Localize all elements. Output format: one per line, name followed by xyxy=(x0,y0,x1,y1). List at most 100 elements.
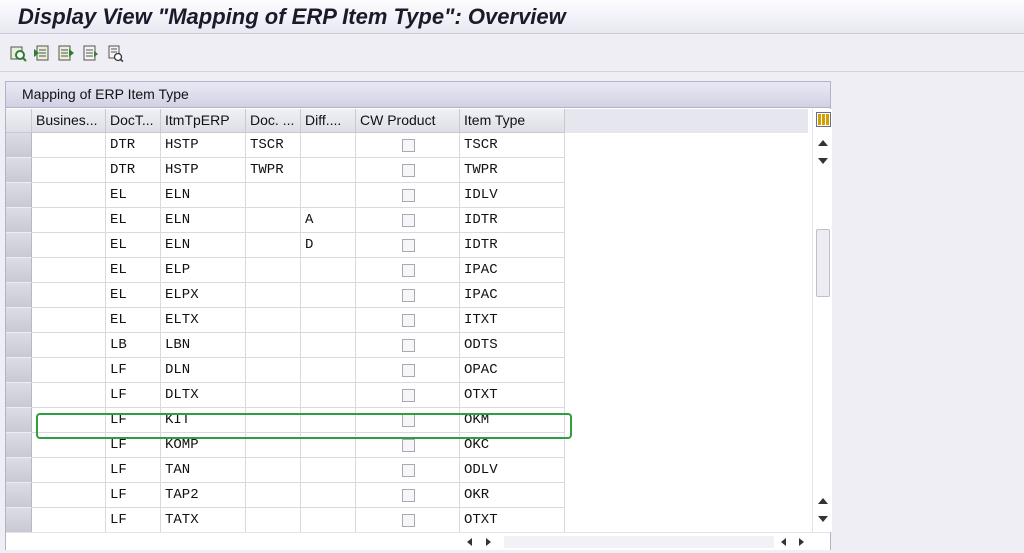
row-selector[interactable] xyxy=(6,458,32,483)
scroll-down-arrow-icon[interactable] xyxy=(818,158,828,164)
horizontal-scrollbar[interactable] xyxy=(6,532,830,550)
table-settings-button[interactable] xyxy=(816,112,831,127)
column-header-doc[interactable]: Doc. ... xyxy=(246,109,301,133)
scroll-up-arrow-icon[interactable] xyxy=(818,140,828,146)
row-selector[interactable] xyxy=(6,133,32,158)
table-row[interactable]: DTR HSTP TWPR TWPR xyxy=(6,158,808,183)
col-doc-type-cell: LB xyxy=(106,333,161,358)
row-selector[interactable] xyxy=(6,158,32,183)
table-row[interactable]: LB LBN ODTS xyxy=(6,333,808,358)
col-item-type-erp-cell: DLN xyxy=(161,358,246,383)
col-doc-cell xyxy=(246,233,301,258)
column-header-doc-type[interactable]: DocT... xyxy=(106,109,161,133)
col-cw-product-cell xyxy=(356,233,460,258)
col-diff-cell xyxy=(301,133,356,158)
cw-product-checkbox[interactable] xyxy=(402,139,415,152)
row-selector[interactable] xyxy=(6,208,32,233)
col-business-partner-cell xyxy=(32,383,106,408)
table-row[interactable]: LF TAP2 OKR xyxy=(6,483,808,508)
table-row[interactable]: LF DLTX OTXT xyxy=(6,383,808,408)
col-item-type-cell: OKR xyxy=(460,483,565,508)
horizontal-scroll-track[interactable] xyxy=(504,536,774,548)
cw-product-checkbox[interactable] xyxy=(402,489,415,502)
cw-product-checkbox[interactable] xyxy=(402,164,415,177)
header-select-all[interactable] xyxy=(6,109,32,133)
col-business-partner-cell xyxy=(32,158,106,183)
table-row[interactable]: LF TAN ODLV xyxy=(6,458,808,483)
col-item-type-erp-cell: DLTX xyxy=(161,383,246,408)
row-selector[interactable] xyxy=(6,508,32,532)
row-selector[interactable] xyxy=(6,383,32,408)
col-doc-cell xyxy=(246,358,301,383)
table-row[interactable]: EL ELTX ITXT xyxy=(6,308,808,333)
col-diff-cell xyxy=(301,358,356,383)
col-doc-type-cell: EL xyxy=(106,258,161,283)
scroll-right-arrow-icon[interactable] xyxy=(486,538,491,546)
row-selector[interactable] xyxy=(6,183,32,208)
row-selector[interactable] xyxy=(6,308,32,333)
table-row[interactable]: LF DLN OPAC xyxy=(6,358,808,383)
row-selector[interactable] xyxy=(6,433,32,458)
col-item-type-erp-cell: TATX xyxy=(161,508,246,532)
scroll-page-down-arrow-icon[interactable] xyxy=(818,516,828,522)
col-diff-cell xyxy=(301,483,356,508)
cw-product-checkbox[interactable] xyxy=(402,364,415,377)
cw-product-checkbox[interactable] xyxy=(402,464,415,477)
print-button[interactable] xyxy=(106,44,124,62)
scroll-page-up-arrow-icon[interactable] xyxy=(818,498,828,504)
col-doc-cell xyxy=(246,208,301,233)
col-item-type-erp-cell: ELP xyxy=(161,258,246,283)
scroll-left-arrow-icon[interactable] xyxy=(467,538,472,546)
col-cw-product-cell xyxy=(356,283,460,308)
table-row[interactable]: EL ELN D IDTR xyxy=(6,233,808,258)
vertical-scrollbar[interactable] xyxy=(812,109,832,532)
row-selector[interactable] xyxy=(6,333,32,358)
col-diff-cell xyxy=(301,158,356,183)
col-doc-cell xyxy=(246,458,301,483)
column-header-business-partner[interactable]: Busines... xyxy=(32,109,106,133)
scroll-last-column-arrow-icon[interactable] xyxy=(799,538,804,546)
col-business-partner-cell xyxy=(32,133,106,158)
col-diff-cell xyxy=(301,283,356,308)
previous-entry-button[interactable] xyxy=(33,44,51,62)
table-row[interactable]: EL ELPX IPAC xyxy=(6,283,808,308)
col-business-partner-cell xyxy=(32,183,106,208)
table-row[interactable]: LF TATX OTXT xyxy=(6,508,808,532)
col-doc-cell xyxy=(246,333,301,358)
row-selector[interactable] xyxy=(6,483,32,508)
row-selector[interactable] xyxy=(6,358,32,383)
cw-product-checkbox[interactable] xyxy=(402,389,415,402)
details-icon xyxy=(10,46,27,62)
col-cw-product-cell xyxy=(356,258,460,283)
cw-product-checkbox[interactable] xyxy=(402,314,415,327)
col-item-type-erp-cell: HSTP xyxy=(161,158,246,183)
cw-product-checkbox[interactable] xyxy=(402,289,415,302)
table-row[interactable]: EL ELP IPAC xyxy=(6,258,808,283)
cw-product-checkbox[interactable] xyxy=(402,214,415,227)
column-header-diff[interactable]: Diff.... xyxy=(301,109,356,133)
cw-product-checkbox[interactable] xyxy=(402,439,415,452)
col-diff-cell xyxy=(301,308,356,333)
table-row[interactable]: DTR HSTP TSCR TSCR xyxy=(6,133,808,158)
row-selector[interactable] xyxy=(6,233,32,258)
col-doc-cell xyxy=(246,508,301,532)
table-title: Mapping of ERP Item Type xyxy=(22,86,189,102)
variable-list-button[interactable] xyxy=(81,44,99,62)
column-header-cw-product[interactable]: CW Product xyxy=(356,109,460,133)
cw-product-checkbox[interactable] xyxy=(402,514,415,527)
cw-product-checkbox[interactable] xyxy=(402,189,415,202)
column-header-item-type[interactable]: Item Type xyxy=(460,109,565,133)
row-selector[interactable] xyxy=(6,283,32,308)
column-header-item-type-erp[interactable]: ItmTpERP xyxy=(161,109,246,133)
row-selector[interactable] xyxy=(6,258,32,283)
row-selector[interactable] xyxy=(6,408,32,433)
cw-product-checkbox[interactable] xyxy=(402,264,415,277)
scroll-thumb[interactable] xyxy=(816,229,830,297)
scroll-first-column-arrow-icon[interactable] xyxy=(781,538,786,546)
cw-product-checkbox[interactable] xyxy=(402,339,415,352)
cw-product-checkbox[interactable] xyxy=(402,239,415,252)
next-entry-button[interactable] xyxy=(57,44,75,62)
details-button[interactable] xyxy=(9,44,27,62)
table-row[interactable]: EL ELN IDLV xyxy=(6,183,808,208)
table-row[interactable]: EL ELN A IDTR xyxy=(6,208,808,233)
